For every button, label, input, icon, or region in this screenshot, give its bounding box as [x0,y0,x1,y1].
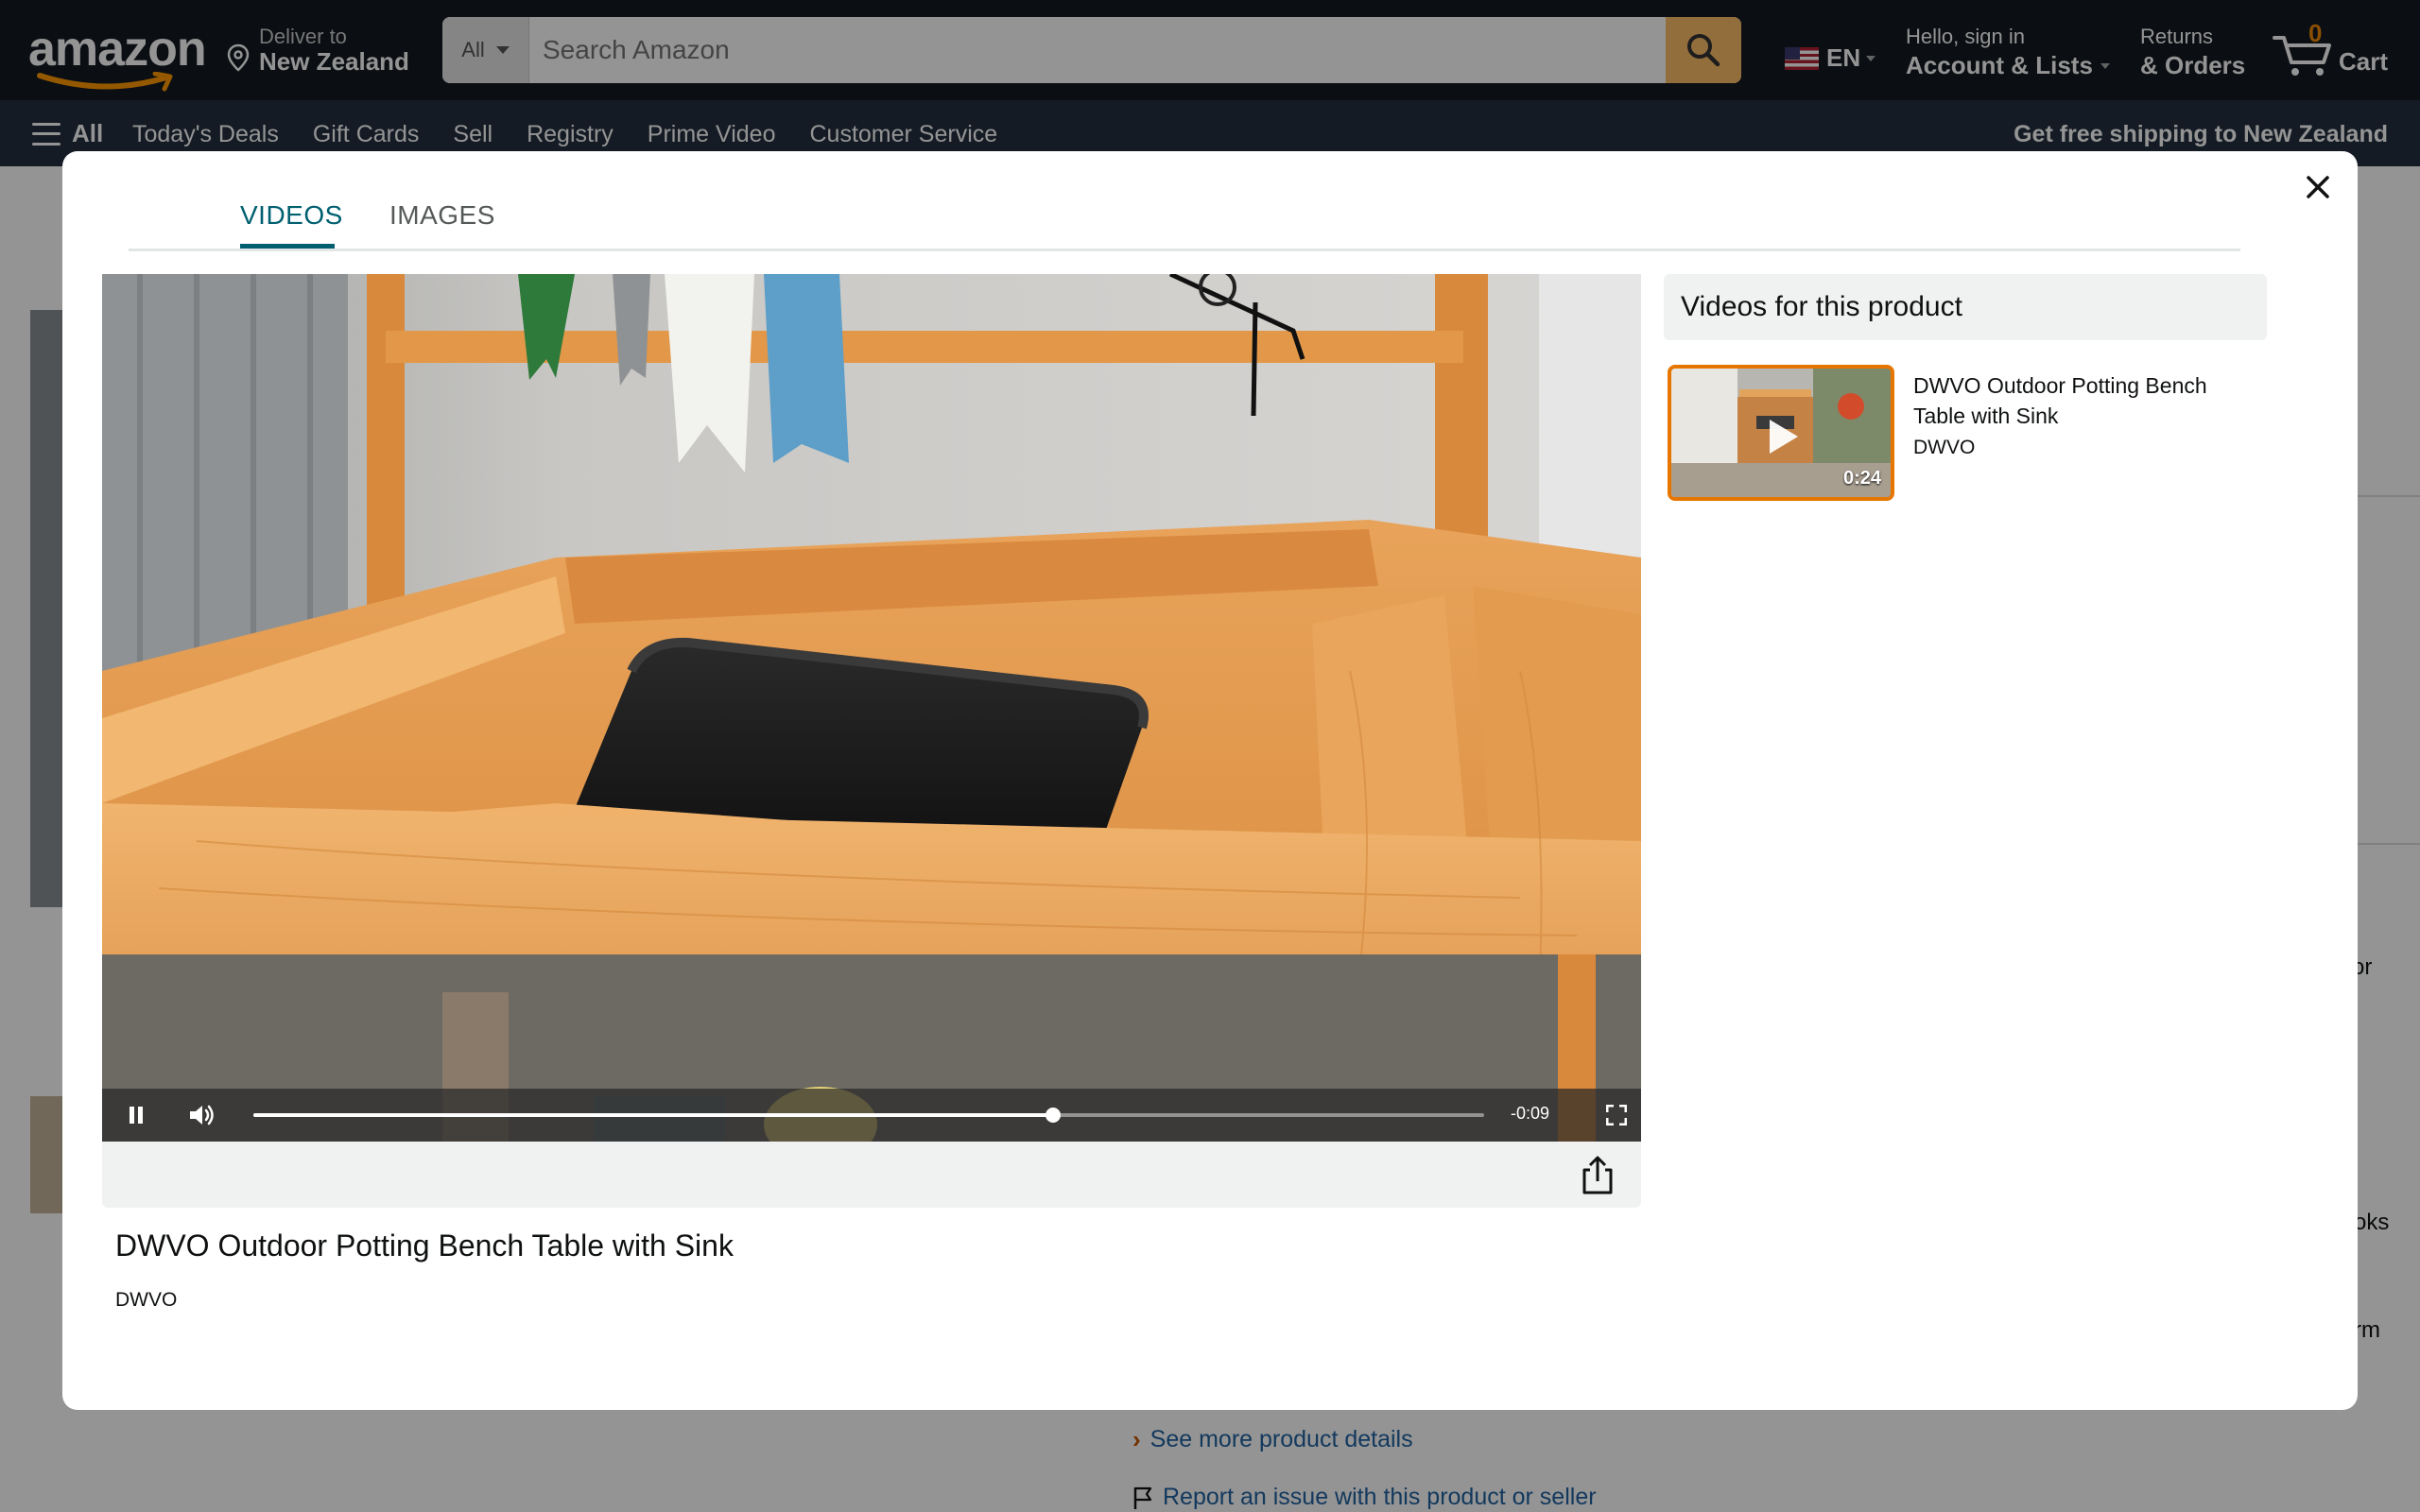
videos-sidebar-heading: Videos for this product [1664,274,2267,340]
video-progress-handle[interactable] [1046,1108,1062,1123]
play-icon [1770,420,1798,454]
share-icon [1582,1156,1613,1194]
video-brand: DWVO [115,1289,178,1311]
video-list-item-title[interactable]: DWVO Outdoor Potting Bench Table with Si… [1913,370,2254,431]
fullscreen-icon [1606,1105,1627,1125]
share-button[interactable] [1579,1155,1616,1196]
videos-sidebar-heading-text: Videos for this product [1681,291,1962,322]
video-progress-slider[interactable] [253,1108,1484,1123]
active-tab-indicator [240,244,335,249]
video-frame [102,274,1641,1142]
video-controls: -0:09 [102,1089,1641,1142]
time-remaining: -0:09 [1511,1104,1550,1123]
volume-icon [190,1105,214,1125]
tab-images[interactable]: IMAGES [389,200,495,231]
video-list-item-brand: DWVO [1913,437,1976,458]
video-duration: 0:24 [1842,468,1881,489]
pause-icon [130,1107,143,1124]
video-thumbnail[interactable]: 0:24 [1668,365,1894,501]
pause-button[interactable] [121,1100,151,1130]
fullscreen-button[interactable] [1601,1100,1632,1130]
video-progress-fill [253,1113,1054,1117]
volume-button[interactable] [187,1100,217,1130]
close-button[interactable] [2295,164,2341,210]
video-player[interactable]: -0:09 [102,274,1641,1142]
tab-videos[interactable]: VIDEOS [240,200,343,231]
video-title: DWVO Outdoor Potting Bench Table with Si… [115,1228,734,1263]
close-icon [2307,176,2329,198]
video-action-bar [102,1142,1641,1208]
media-viewer-modal: VIDEOS IMAGES -0:09 DWVO Outdoor Potting… [62,151,2358,1410]
media-tabs: VIDEOS IMAGES [129,195,2240,251]
video-list-item[interactable]: 0:24 DWVO Outdoor Potting Bench Table wi… [1668,365,2254,507]
